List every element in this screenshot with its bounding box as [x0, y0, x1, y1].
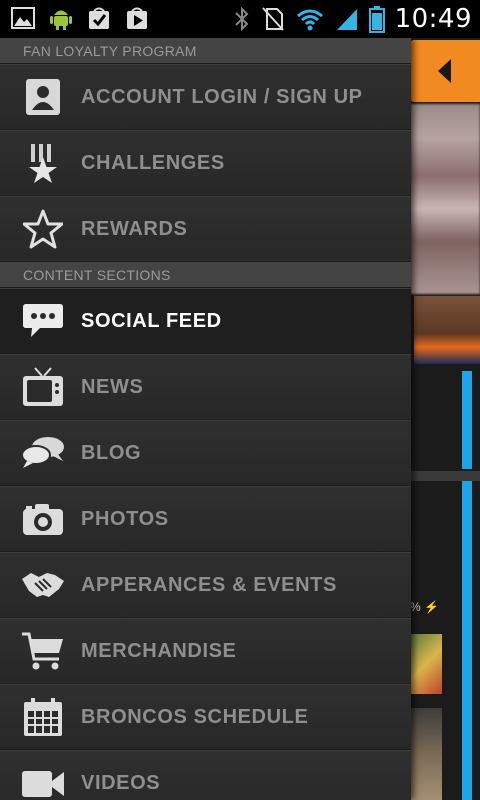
camera-icon	[21, 497, 65, 541]
star-icon	[21, 207, 65, 251]
menu-item-label: BLOG	[81, 441, 142, 464]
menu-item-challenges[interactable]: CHALLENGES	[0, 130, 411, 196]
menu-item-label: SOCIAL FEED	[81, 309, 222, 332]
no-sim-icon	[261, 7, 284, 31]
android-icon	[48, 5, 74, 31]
section-header-content: CONTENT SECTIONS	[0, 262, 411, 288]
menu-item-label: VIDEOS	[81, 771, 161, 794]
player-avatar	[414, 296, 480, 364]
main-content-peek: % ⚡	[410, 38, 480, 800]
account-icon	[21, 75, 65, 119]
menu-item-social-feed[interactable]: SOCIAL FEED	[0, 288, 411, 354]
accent-strip	[462, 371, 472, 469]
menu-item-label: APPERANCES & EVENTS	[81, 573, 337, 596]
cart-icon	[21, 629, 65, 673]
menu-item-label: NEWS	[81, 375, 144, 398]
menu-item-merchandise[interactable]: MERCHANDISE	[0, 618, 411, 684]
handshake-icon	[21, 563, 65, 607]
menu-item-appearances-events[interactable]: APPERANCES & EVENTS	[0, 552, 411, 618]
status-bar: 10:49	[0, 0, 480, 38]
thumbnail	[410, 708, 442, 800]
speech-bubbles-icon	[21, 431, 65, 475]
close-drawer-button[interactable]	[410, 40, 480, 102]
divider	[410, 471, 480, 481]
tv-icon	[21, 365, 65, 409]
system-icons: 10:49	[233, 4, 472, 34]
menu-item-news[interactable]: NEWS	[0, 354, 411, 420]
image-icon	[10, 5, 36, 31]
section-header-fan-loyalty: FAN LOYALTY PROGRAM	[0, 38, 411, 64]
menu-item-broncos-schedule[interactable]: BRONCOS SCHEDULE	[0, 684, 411, 750]
menu-item-label: REWARDS	[81, 217, 188, 240]
clipboard-check-icon	[86, 5, 112, 31]
notification-icons	[10, 5, 150, 31]
wifi-icon	[296, 9, 323, 31]
menu-item-label: ACCOUNT LOGIN / SIGN UP	[81, 85, 363, 108]
menu-item-blog[interactable]: BLOG	[0, 420, 411, 486]
accent-strip	[462, 481, 472, 800]
menu-item-label: CHALLENGES	[81, 151, 225, 174]
menu-item-label: BRONCOS SCHEDULE	[81, 705, 309, 728]
menu-item-label: MERCHANDISE	[81, 639, 237, 662]
challenge-star-icon	[21, 141, 65, 185]
peek-text: % ⚡	[410, 600, 439, 614]
menu-item-photos[interactable]: PHOTOS	[0, 486, 411, 552]
play-store-icon	[124, 5, 150, 31]
navigation-drawer: FAN LOYALTY PROGRAM ACCOUNT LOGIN / SIGN…	[0, 38, 411, 800]
menu-item-videos[interactable]: VIDEOS	[0, 750, 411, 800]
signal-icon	[336, 9, 357, 30]
arrow-left-icon	[438, 59, 451, 83]
calendar-icon	[21, 695, 65, 739]
bluetooth-icon	[234, 6, 248, 32]
menu-item-rewards[interactable]: REWARDS	[0, 196, 411, 262]
battery-icon	[368, 6, 385, 33]
clock: 10:49	[394, 4, 472, 34]
thumbnail	[410, 634, 442, 694]
chat-bubble-icon	[21, 299, 65, 343]
menu-item-label: PHOTOS	[81, 507, 169, 530]
menu-item-account-login[interactable]: ACCOUNT LOGIN / SIGN UP	[0, 64, 411, 130]
header-photo	[410, 104, 480, 294]
video-camera-icon	[21, 761, 65, 800]
